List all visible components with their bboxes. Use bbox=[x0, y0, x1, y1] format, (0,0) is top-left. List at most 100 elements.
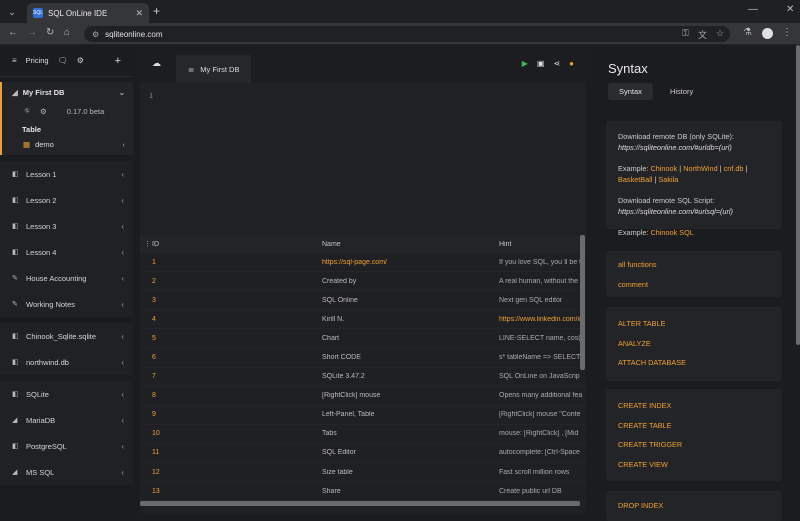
cell-hint[interactable]: [RightClick] mouse "Conte bbox=[499, 411, 584, 418]
cell-hint[interactable]: https://www.linkedin.com/in bbox=[499, 316, 584, 323]
table-row[interactable]: 3 SQL Online Next gen SQL editor bbox=[140, 291, 586, 311]
chat-icon[interactable]: 🗨 bbox=[58, 56, 68, 65]
sidebar-item-house-accounting[interactable]: ✎ House Accounting ‹ bbox=[0, 265, 133, 291]
create-trigger-link[interactable]: CREATE TRIGGER bbox=[618, 435, 770, 455]
column-menu-icon[interactable]: ⋮ bbox=[140, 240, 151, 248]
url-field[interactable]: ⚙ sqliteonline.com ⚿ 文 ☆ bbox=[84, 26, 730, 42]
cell-id[interactable]: 5 bbox=[148, 335, 322, 342]
home-icon[interactable]: ⌂ bbox=[64, 27, 70, 38]
column-header-name[interactable]: Name bbox=[322, 241, 499, 248]
results-horizontal-scrollbar[interactable] bbox=[140, 501, 580, 506]
table-row[interactable]: 10 Tabs mouse: [RightClick] , [Mid bbox=[140, 425, 586, 444]
cell-name[interactable]: Size table bbox=[322, 469, 499, 476]
cell-name[interactable]: Chart bbox=[322, 335, 499, 342]
sidebar-item-working-notes[interactable]: ✎ Working Notes ‹ bbox=[0, 291, 133, 317]
cell-name[interactable]: https://sql-page.com/ bbox=[322, 259, 499, 266]
share-icon[interactable]: ⋖ bbox=[553, 59, 560, 68]
table-row[interactable]: 8 [RightClick] mouse Opens many additional… bbox=[140, 387, 586, 406]
cell-name[interactable]: Created by bbox=[322, 278, 499, 285]
sidebar-item-lesson-1[interactable]: ◧ Lesson 1 ‹ bbox=[0, 161, 133, 187]
example-chinook-link[interactable]: Chinook bbox=[650, 164, 677, 173]
table-row[interactable]: 12 Size table Fast scroll million rows bbox=[140, 463, 586, 483]
create-table-link[interactable]: CREATE TABLE bbox=[618, 416, 770, 436]
user-icon[interactable]: ● bbox=[569, 59, 574, 68]
table-row[interactable]: 7 SQLite 3.47.2 SQL OnLine on JavaScrip bbox=[140, 368, 586, 387]
cell-id[interactable]: 7 bbox=[148, 373, 322, 380]
cell-id[interactable]: 13 bbox=[148, 488, 322, 495]
cell-name[interactable]: Short CODE bbox=[322, 354, 499, 361]
add-db-button[interactable]: + bbox=[115, 55, 121, 67]
page-scrollbar[interactable] bbox=[796, 45, 800, 345]
cloud-icon[interactable]: ☁ bbox=[152, 58, 161, 69]
cell-hint[interactable]: A real human, without the bbox=[499, 278, 584, 285]
cell-name[interactable]: SQL Online bbox=[322, 297, 499, 304]
table-row[interactable]: 13 Share Create public url DB bbox=[140, 482, 586, 502]
example-cnf-link[interactable]: cnf.db bbox=[724, 164, 744, 173]
minimize-icon[interactable]: — bbox=[748, 4, 758, 15]
cell-name[interactable]: Share bbox=[322, 488, 499, 495]
comment-link[interactable]: comment bbox=[618, 275, 770, 295]
cell-hint[interactable]: Fast scroll million rows bbox=[499, 469, 584, 476]
cell-hint[interactable]: autocomplete: [Ctrl-Space bbox=[499, 449, 584, 456]
sidebar-item-mssql[interactable]: ◢ MS SQL ‹ bbox=[0, 459, 133, 485]
column-header-hint[interactable]: Hint bbox=[499, 241, 584, 248]
cell-id[interactable]: 4 bbox=[148, 316, 322, 323]
example-northwind-link[interactable]: NorthWind bbox=[683, 164, 717, 173]
key-icon[interactable]: ⚿ bbox=[682, 28, 689, 39]
sidebar-item-mariadb[interactable]: ◢ MariaDB ‹ bbox=[0, 407, 133, 433]
cell-id[interactable]: 6 bbox=[148, 354, 322, 361]
db-title-row[interactable]: ◢ My First DB ⌄ bbox=[2, 88, 133, 97]
cell-id[interactable]: 3 bbox=[148, 297, 322, 304]
table-row[interactable]: 1 https://sql-page.com/If you love SQL, y… bbox=[140, 253, 586, 273]
pricing-link[interactable]: Pricing bbox=[26, 56, 49, 65]
sidebar-item-northwind[interactable]: ◧ northwind.db ‹ bbox=[0, 349, 133, 375]
tab-history[interactable]: History bbox=[659, 83, 704, 100]
cell-hint[interactable]: s* tableName => SELECT bbox=[499, 354, 584, 361]
browser-tab[interactable]: SQL SQL OnLine IDE ✕ bbox=[27, 3, 149, 23]
alter-table-link[interactable]: ALTER TABLE bbox=[618, 314, 770, 334]
example-chinook-sql-link[interactable]: Chinook SQL bbox=[650, 228, 693, 237]
profile-avatar[interactable] bbox=[762, 28, 773, 39]
sidebar-item-lesson-4[interactable]: ◧ Lesson 4 ‹ bbox=[0, 239, 133, 265]
attach-database-link[interactable]: ATTACH DATABASE bbox=[618, 353, 770, 373]
table-row[interactable]: 2 Created by A real human, without the bbox=[140, 272, 586, 292]
cell-id[interactable]: 11 bbox=[148, 449, 322, 456]
cell-name[interactable]: SQL Editor bbox=[322, 449, 499, 456]
translate-icon[interactable]: 文 bbox=[698, 28, 707, 41]
cell-name[interactable]: SQLite 3.47.2 bbox=[322, 373, 499, 380]
cell-hint[interactable]: Opens many additional fea bbox=[499, 392, 584, 399]
tab-my-first-db[interactable]: ≣ My First DB bbox=[176, 55, 251, 83]
sidebar-item-lesson-3[interactable]: ◧ Lesson 3 ‹ bbox=[0, 213, 133, 239]
example-sakila-link[interactable]: Sakila bbox=[658, 175, 678, 184]
example-basketball-link[interactable]: BasketBall bbox=[618, 175, 652, 184]
tab-syntax[interactable]: Syntax bbox=[608, 83, 653, 100]
table-row[interactable]: 9 Left-Panel, Table [RightClick] mouse "Co… bbox=[140, 406, 586, 425]
run-icon[interactable]: ▶ bbox=[522, 59, 528, 68]
db-settings-icon[interactable]: ⚙ bbox=[40, 107, 47, 116]
cell-id[interactable]: 9 bbox=[148, 411, 322, 418]
forward-icon[interactable]: → bbox=[27, 27, 37, 38]
column-header-id[interactable]: ID bbox=[148, 241, 322, 248]
table-row[interactable]: 11 SQL Editor autocomplete: [Ctrl-Space bbox=[140, 444, 586, 464]
cell-hint[interactable]: Next gen SQL editor bbox=[499, 297, 584, 304]
tab-search-icon[interactable]: ⌄ bbox=[5, 5, 19, 19]
cell-id[interactable]: 10 bbox=[148, 430, 322, 437]
sidebar-item-lesson-2[interactable]: ◧ Lesson 2 ‹ bbox=[0, 187, 133, 213]
create-index-link[interactable]: CREATE INDEX bbox=[618, 396, 770, 416]
cell-name[interactable]: Left-Panel, Table bbox=[322, 411, 499, 418]
sidebar-item-postgresql[interactable]: ◧ PostgreSQL ‹ bbox=[0, 433, 133, 459]
cell-name[interactable]: [RightClick] mouse bbox=[322, 392, 499, 399]
close-tab-icon[interactable]: ✕ bbox=[135, 8, 143, 19]
back-icon[interactable]: ← bbox=[8, 27, 18, 38]
new-tab-button[interactable]: + bbox=[153, 4, 160, 18]
cell-hint[interactable]: LINE-SELECT name, cos( bbox=[499, 335, 584, 342]
create-view-link[interactable]: CREATE VIEW bbox=[618, 455, 770, 475]
cell-id[interactable]: 8 bbox=[148, 392, 322, 399]
sidebar-item-sqlite[interactable]: ◧ SQLite ‹ bbox=[0, 381, 133, 407]
analyze-link[interactable]: ANALYZE bbox=[618, 334, 770, 354]
sidebar-item-chinook[interactable]: ◧ Chinook_Sqlite.sqlite ‹ bbox=[0, 323, 133, 349]
settings-gear-icon[interactable]: ⚙ bbox=[77, 56, 84, 65]
table-row[interactable]: 5 Chart LINE-SELECT name, cos( bbox=[140, 329, 586, 349]
menu-icon[interactable]: ⋮ bbox=[782, 27, 792, 38]
schema-tree-icon[interactable]: ⛗ bbox=[24, 106, 30, 116]
